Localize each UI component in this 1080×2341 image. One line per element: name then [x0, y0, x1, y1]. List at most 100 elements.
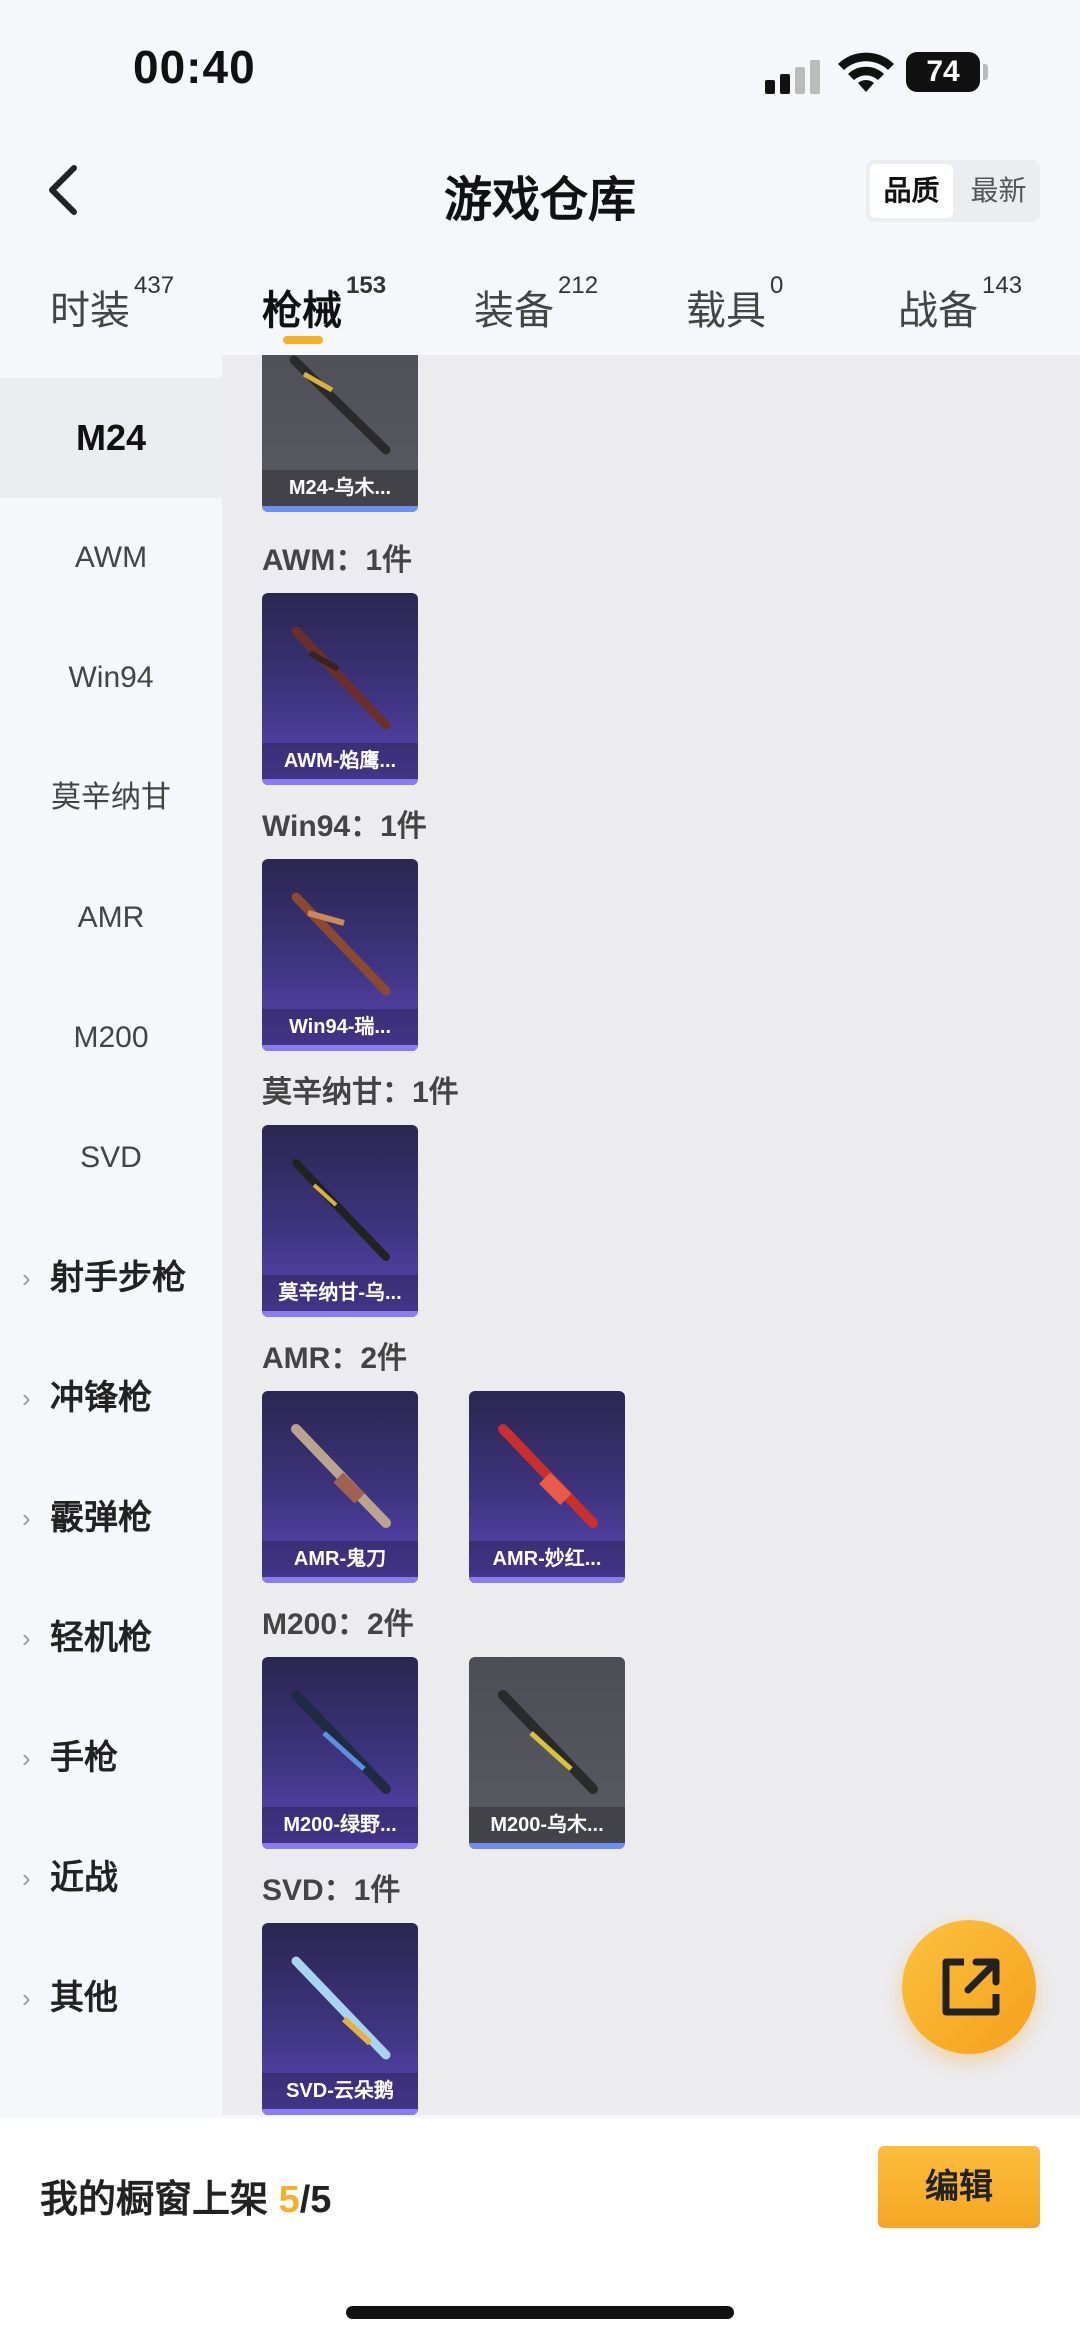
sidebar-group-label: 其他 — [50, 1979, 118, 2017]
rarity-bar — [262, 1843, 418, 1849]
battery-icon: 74 — [906, 52, 988, 92]
sort-toggle[interactable]: 品质 最新 — [866, 160, 1040, 222]
item-name: AMR-妙红... — [469, 1541, 625, 1577]
active-tab-indicator — [283, 336, 323, 344]
share-button[interactable] — [902, 1920, 1036, 2054]
edit-button[interactable]: 编辑 — [878, 2146, 1040, 2228]
sidebar-group-shotgun[interactable]: › 霰弹枪 — [0, 1458, 222, 1578]
sidebar-group-other[interactable]: › 其他 — [0, 1938, 222, 2058]
sidebar-group-label: 轻机枪 — [50, 1619, 152, 1657]
tab-label: 装备 — [474, 289, 554, 333]
item-name: SVD-云朵鹅 — [262, 2073, 418, 2109]
sidebar-group-label: 手枪 — [50, 1739, 118, 1777]
sidebar-group-smg[interactable]: › 冲锋枪 — [0, 1338, 222, 1458]
sidebar-group-pistol[interactable]: › 手枪 — [0, 1698, 222, 1818]
rifle-icon — [291, 892, 391, 996]
item-name: 莫辛纳甘-乌... — [262, 1275, 418, 1311]
sidebar-item-mosin[interactable]: 莫辛纳甘 — [0, 738, 222, 858]
item-grid-panel: M24-乌木... AWM：1件 AWM-焰鹰... Win94：1件 Win9… — [222, 355, 1080, 2115]
shelf-label: 我的橱窗上架 — [40, 2179, 269, 2221]
sidebar-group-label: 近战 — [50, 1859, 118, 1897]
sidebar-item-svd[interactable]: SVD — [0, 1098, 222, 1218]
cellular-signal-icon — [765, 58, 825, 94]
chevron-right-icon: › — [22, 1983, 31, 2013]
item-name: M200-绿野... — [262, 1807, 418, 1843]
tab-supplies[interactable]: 战备143 — [898, 272, 1022, 336]
section-label-awm: AWM：1件 — [262, 544, 412, 577]
rarity-bar — [262, 506, 418, 512]
rarity-bar — [262, 2109, 418, 2115]
tab-guns[interactable]: 枪械153 — [262, 272, 386, 336]
item-card[interactable]: AMR-鬼刀 — [262, 1391, 418, 1583]
sidebar-item-win94[interactable]: Win94 — [0, 618, 222, 738]
chevron-right-icon: › — [22, 1743, 31, 1773]
sniper-rifle-icon — [291, 1424, 391, 1528]
rarity-bar — [262, 779, 418, 785]
tab-count: 143 — [982, 272, 1023, 299]
sidebar-item-awm[interactable]: AWM — [0, 498, 222, 618]
item-card[interactable]: M24-乌木... — [262, 355, 418, 512]
chevron-right-icon: › — [22, 1263, 31, 1293]
shelf-current-count: 5 — [278, 2179, 300, 2221]
sniper-rifle-icon — [291, 1956, 391, 2060]
section-label-svd: SVD：1件 — [262, 1874, 401, 1907]
rarity-bar — [262, 1577, 418, 1583]
tab-vehicles[interactable]: 载具0 — [686, 272, 783, 336]
home-indicator[interactable] — [346, 2306, 734, 2319]
item-card[interactable]: M200-绿野... — [262, 1657, 418, 1849]
item-card[interactable]: AMR-妙红... — [469, 1391, 625, 1583]
chevron-right-icon: › — [22, 1383, 31, 1413]
sniper-rifle-icon — [291, 626, 391, 730]
showcase-shelf-status: 我的橱窗上架 5/5 — [40, 2168, 331, 2223]
rarity-bar — [469, 1843, 625, 1849]
tab-count: 153 — [346, 272, 387, 299]
item-name: AWM-焰鹰... — [262, 743, 418, 779]
rarity-bar — [262, 1045, 418, 1051]
sidebar-group-melee[interactable]: › 近战 — [0, 1818, 222, 1938]
sidebar: M24 AWM Win94 莫辛纳甘 AMR M200 SVD › 射手步枪 › 冲… — [0, 355, 222, 2120]
rarity-bar — [469, 1577, 625, 1583]
sort-quality-option[interactable]: 品质 — [870, 164, 953, 218]
tab-fashion[interactable]: 时装437 — [50, 272, 174, 336]
sort-newest-option[interactable]: 最新 — [957, 160, 1040, 222]
item-name: M200-乌木... — [469, 1807, 625, 1843]
sniper-rifle-icon — [498, 1690, 598, 1794]
tab-count: 0 — [770, 272, 784, 299]
section-label-win94: Win94：1件 — [262, 810, 427, 843]
tab-label: 枪械 — [262, 289, 342, 333]
status-time: 00:40 — [133, 41, 256, 93]
item-card[interactable]: Win94-瑞... — [262, 859, 418, 1051]
sidebar-group-marksman[interactable]: › 射手步枪 — [0, 1218, 222, 1338]
item-name: AMR-鬼刀 — [262, 1541, 418, 1577]
item-card[interactable]: M200-乌木... — [469, 1657, 625, 1849]
section-label-mosin: 莫辛纳甘：1件 — [262, 1076, 459, 1109]
sidebar-group-label: 冲锋枪 — [50, 1379, 152, 1417]
rifle-icon — [292, 1159, 390, 1261]
sniper-rifle-icon — [289, 355, 391, 455]
sidebar-item-m24[interactable]: M24 — [0, 378, 222, 498]
sniper-rifle-icon — [291, 1690, 391, 1794]
chevron-right-icon: › — [22, 1623, 31, 1653]
sidebar-group-label: 霰弹枪 — [50, 1499, 152, 1537]
item-card[interactable]: SVD-云朵鹅 — [262, 1923, 418, 2115]
sidebar-group-lmg[interactable]: › 轻机枪 — [0, 1578, 222, 1698]
section-label-m200: M200：2件 — [262, 1608, 414, 1641]
category-tabs: 时装437 枪械153 装备212 载具0 战备143 — [0, 270, 1080, 355]
share-export-icon — [942, 1958, 1000, 2016]
item-card[interactable]: 莫辛纳甘-乌... — [262, 1125, 418, 1317]
sniper-rifle-icon — [498, 1424, 598, 1528]
tab-label: 时装 — [50, 289, 130, 333]
shelf-total-count: /5 — [299, 2179, 332, 2221]
sidebar-item-amr[interactable]: AMR — [0, 858, 222, 978]
wifi-icon — [838, 52, 894, 92]
item-name: Win94-瑞... — [262, 1009, 418, 1045]
tab-label: 载具 — [686, 289, 766, 333]
chevron-right-icon: › — [22, 1863, 31, 1893]
tab-equipment[interactable]: 装备212 — [474, 272, 598, 336]
sidebar-group-label: 射手步枪 — [50, 1259, 186, 1297]
item-card[interactable]: AWM-焰鹰... — [262, 593, 418, 785]
status-bar: 00:40 74 — [0, 0, 1080, 130]
item-name: M24-乌木... — [262, 470, 418, 506]
sidebar-item-m200[interactable]: M200 — [0, 978, 222, 1098]
chevron-right-icon: › — [22, 1503, 31, 1533]
